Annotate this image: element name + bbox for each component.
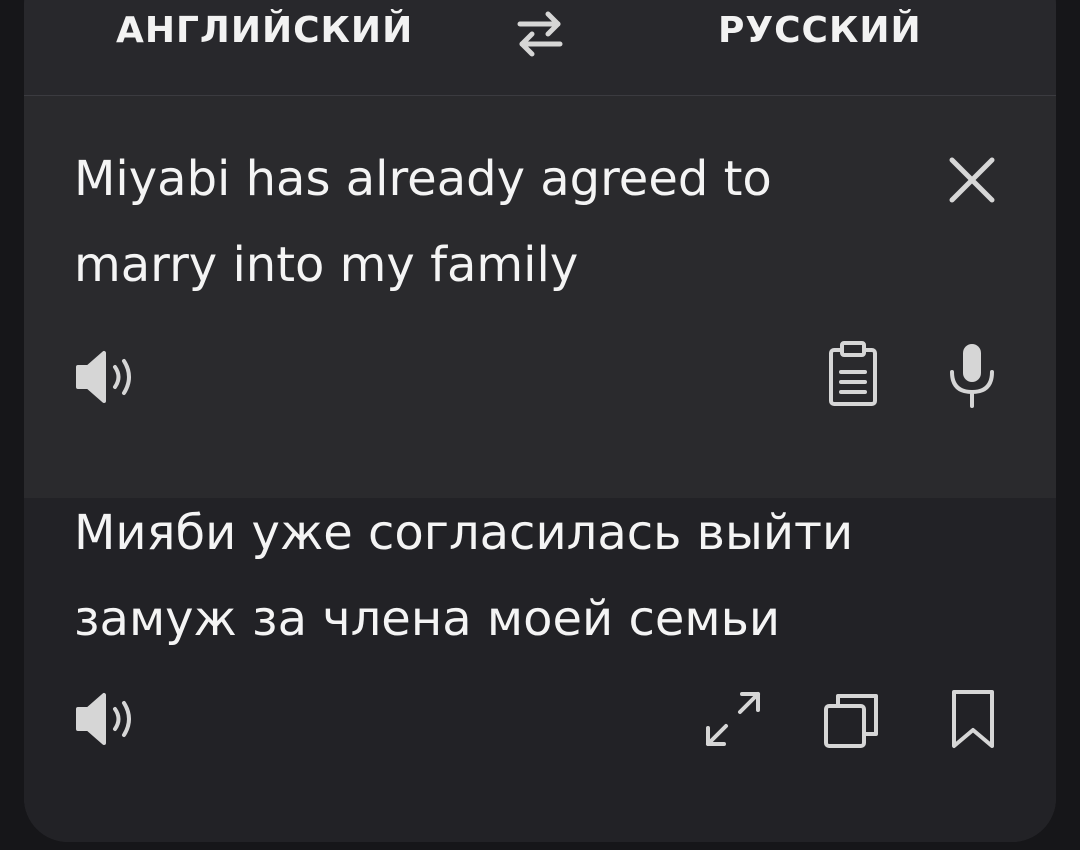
swap-languages-button[interactable] xyxy=(510,6,570,60)
source-panel: Miyabi has already agreed to marry into … xyxy=(24,96,1056,498)
result-panel: Мияби уже согласилась выйти замуж за чле… xyxy=(24,498,1056,842)
voice-input-button[interactable] xyxy=(939,340,1005,408)
bookmark-icon xyxy=(952,690,994,748)
source-text-input[interactable]: Miyabi has already agreed to marry into … xyxy=(74,136,894,308)
result-speak-button[interactable] xyxy=(74,686,140,752)
source-speak-button[interactable] xyxy=(74,344,140,410)
translation-text: Мияби уже согласилась выйти замуж за чле… xyxy=(74,505,854,647)
bookmark-button[interactable] xyxy=(940,686,1006,752)
close-icon xyxy=(949,157,995,203)
source-language-button[interactable]: АНГЛИЙСКИЙ xyxy=(116,0,413,95)
copy-button[interactable] xyxy=(820,688,886,754)
clear-button[interactable] xyxy=(946,154,998,206)
copy-icon xyxy=(824,694,878,748)
swap-arrows-icon xyxy=(517,11,563,57)
speaker-icon xyxy=(76,693,131,745)
microphone-icon xyxy=(950,344,994,408)
language-bar: АНГЛИЙСКИЙ РУССКИЙ xyxy=(24,0,1056,96)
expand-icon xyxy=(706,692,760,746)
target-language-button[interactable]: РУССКИЙ xyxy=(718,0,922,95)
translator-card: АНГЛИЙСКИЙ РУССКИЙ Miyabi has already ag… xyxy=(24,0,1056,842)
clipboard-icon xyxy=(829,341,877,406)
paste-button[interactable] xyxy=(820,340,886,406)
speaker-icon xyxy=(76,351,131,403)
fullscreen-button[interactable] xyxy=(700,686,766,752)
